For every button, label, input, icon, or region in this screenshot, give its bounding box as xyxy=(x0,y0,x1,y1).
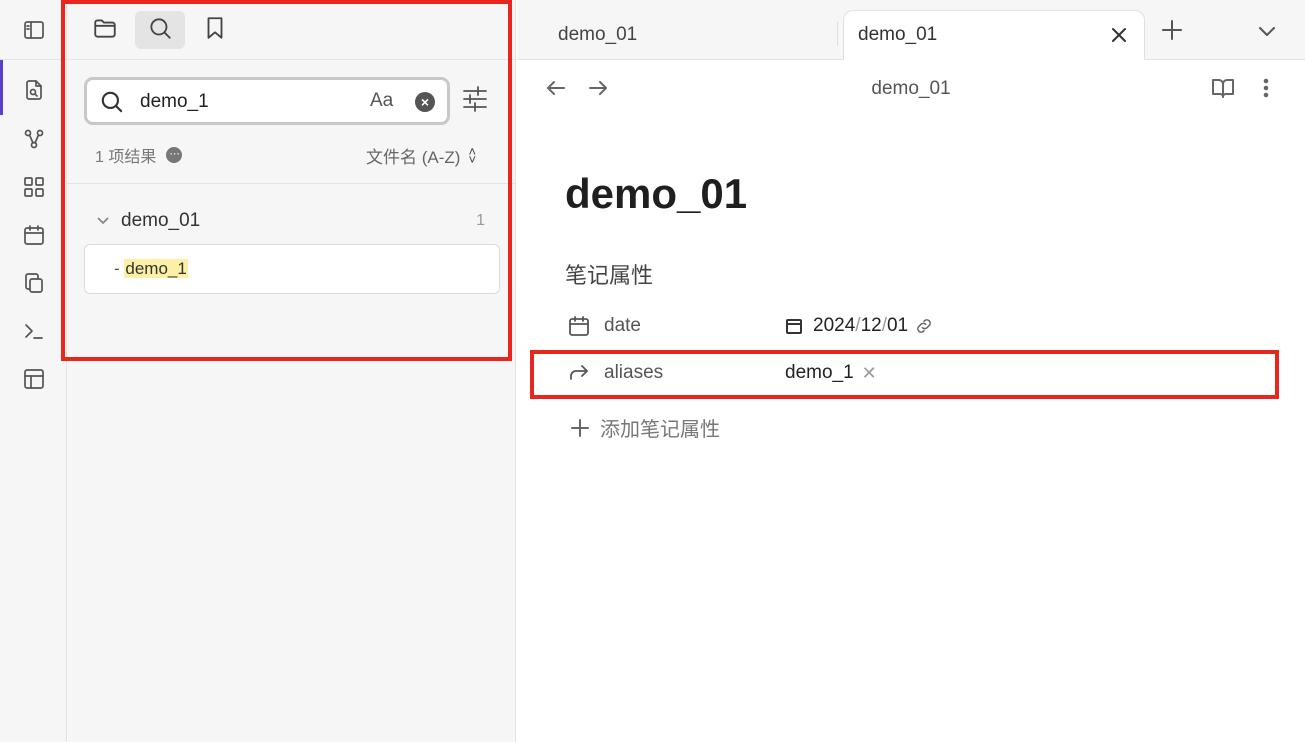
view-header: demo_01 xyxy=(517,61,1305,117)
bookmark-icon xyxy=(202,15,228,46)
sidebar-toggle-icon[interactable] xyxy=(18,14,50,46)
ribbon xyxy=(0,0,67,742)
chevron-updown-icon: ˄ ˅ xyxy=(468,143,477,167)
property-value-aliases[interactable]: demo_1 ✕ xyxy=(785,362,877,384)
close-icon[interactable] xyxy=(1108,24,1130,46)
layout-icon[interactable] xyxy=(18,363,50,395)
editor-area: demo_01 demo_01 demo_01 demo_01 笔记属性 dat… xyxy=(517,0,1305,742)
bookmarks-tab[interactable] xyxy=(190,11,240,49)
file-explorer-tab[interactable] xyxy=(80,11,130,49)
calendar-icon[interactable] xyxy=(567,314,591,338)
search-icon xyxy=(99,89,125,115)
result-count: 1 项结果 ··· xyxy=(95,143,183,167)
panel-tab-bar xyxy=(67,0,516,60)
search-match-item[interactable]: - demo_1 xyxy=(84,244,500,294)
view-title[interactable]: demo_01 xyxy=(517,78,1305,100)
search-icon xyxy=(147,15,173,46)
result-file-name: demo_01 xyxy=(121,210,201,231)
terminal-icon[interactable] xyxy=(18,315,50,347)
search-result-file[interactable]: demo_01 1 xyxy=(87,205,492,237)
property-value-date[interactable]: 2024/12/01 xyxy=(785,315,934,337)
file-search-icon[interactable] xyxy=(18,74,50,106)
search-input[interactable] xyxy=(140,88,360,116)
plus-icon xyxy=(571,418,589,437)
calendar-icon[interactable] xyxy=(18,219,50,251)
sort-order-select[interactable]: 文件名 (A-Z) ˄ ˅ xyxy=(366,143,476,168)
tab-demo-01-active[interactable]: demo_01 xyxy=(843,10,1145,60)
reading-view-button[interactable] xyxy=(1211,76,1237,102)
properties-heading[interactable]: 笔记属性 xyxy=(565,258,653,290)
new-tab-button[interactable] xyxy=(1159,17,1185,43)
app-window: Aa × 1 项结果 ··· 文件名 (A-Z) ˄˅ demo_01 1 - … xyxy=(0,0,1305,742)
add-property-button[interactable]: 添加笔记属性 xyxy=(569,413,720,442)
ribbon-active-indicator xyxy=(0,60,3,115)
more-options-icon[interactable]: ··· xyxy=(166,147,183,163)
search-box: Aa × xyxy=(84,77,450,125)
property-row-aliases: aliases demo_1 ✕ xyxy=(565,353,1265,393)
note-title[interactable]: demo_01 xyxy=(565,170,747,218)
match-case-toggle[interactable]: Aa xyxy=(370,90,393,112)
sliders-icon xyxy=(460,86,490,118)
search-panel: Aa × 1 项结果 ··· 文件名 (A-Z) ˄˅ demo_01 1 - … xyxy=(67,0,516,742)
copy-icon[interactable] xyxy=(18,267,50,299)
link-icon[interactable] xyxy=(914,316,934,336)
chevron-down-icon[interactable] xyxy=(95,213,111,229)
book-open-icon xyxy=(1211,79,1235,104)
remove-alias-icon[interactable]: ✕ xyxy=(862,363,877,384)
tab-bar: demo_01 demo_01 xyxy=(517,0,1305,60)
result-match-count: 1 xyxy=(476,212,485,229)
alias-pill[interactable]: demo_1 xyxy=(785,362,854,384)
plus-icon xyxy=(1159,20,1185,47)
search-settings-button[interactable] xyxy=(460,84,494,118)
search-tab[interactable] xyxy=(135,11,185,49)
match-highlight: demo_1 xyxy=(124,259,188,278)
property-row-date: date 2024/12/01 xyxy=(565,306,1265,346)
blocks-icon[interactable] xyxy=(18,171,50,203)
tab-list-button[interactable] xyxy=(1254,18,1280,44)
folder-icon xyxy=(92,15,118,46)
more-vertical-icon xyxy=(1254,78,1278,104)
clear-search-button[interactable]: × xyxy=(415,92,435,112)
more-options-button[interactable] xyxy=(1254,76,1280,102)
tab-demo-01-inactive[interactable]: demo_01 xyxy=(535,10,825,60)
graph-icon[interactable] xyxy=(18,123,50,155)
property-key[interactable]: aliases xyxy=(604,362,663,384)
chevron-down-icon xyxy=(1254,27,1280,48)
property-key[interactable]: date xyxy=(604,315,641,337)
forward-arrow-icon[interactable] xyxy=(567,361,591,385)
calendar-icon xyxy=(785,317,803,335)
